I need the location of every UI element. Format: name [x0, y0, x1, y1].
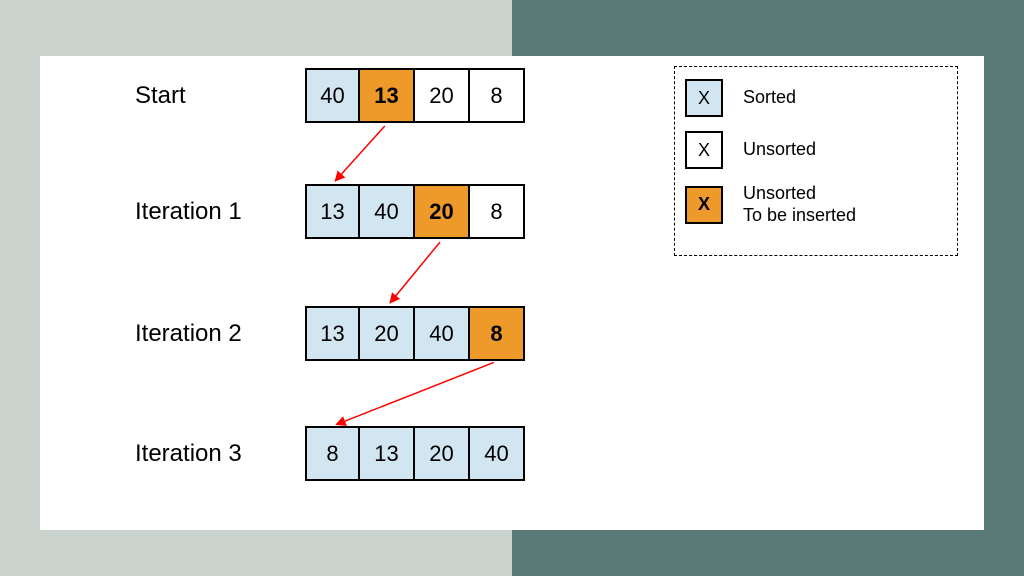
array-cell: 40 [360, 184, 415, 239]
row-label: Iteration 3 [135, 440, 242, 468]
array-cell: 40 [470, 426, 525, 481]
array-cell: 13 [305, 306, 360, 361]
array-cell: 20 [415, 68, 470, 123]
legend-swatch: X [685, 131, 723, 169]
array-cell: 20 [415, 426, 470, 481]
array-cell: 8 [470, 306, 525, 361]
array-cell: 8 [305, 426, 360, 481]
legend-label: Unsorted To be inserted [743, 183, 856, 226]
array-row: 1320408 [305, 306, 525, 361]
legend-swatch: X [685, 79, 723, 117]
diagram-panel: Start4013208Iteration 11340208Iteration … [40, 56, 984, 530]
legend-item: X Unsorted [685, 131, 947, 169]
legend-label: Unsorted [743, 139, 816, 161]
array-cell: 13 [360, 426, 415, 481]
array-row: 8132040 [305, 426, 525, 481]
legend-label: Sorted [743, 87, 796, 109]
arrows-layer [40, 56, 340, 206]
array-cell: 40 [415, 306, 470, 361]
legend-item: X Unsorted To be inserted [685, 183, 947, 226]
legend: X Sorted X Unsorted X Unsorted To be inserted [674, 66, 958, 256]
row-label: Iteration 2 [135, 320, 242, 348]
array-cell: 13 [360, 68, 415, 123]
array-cell: 8 [470, 184, 525, 239]
legend-swatch: X [685, 186, 723, 224]
array-cell: 20 [360, 306, 415, 361]
array-cell: 8 [470, 68, 525, 123]
array-cell: 20 [415, 184, 470, 239]
legend-item: X Sorted [685, 79, 947, 117]
